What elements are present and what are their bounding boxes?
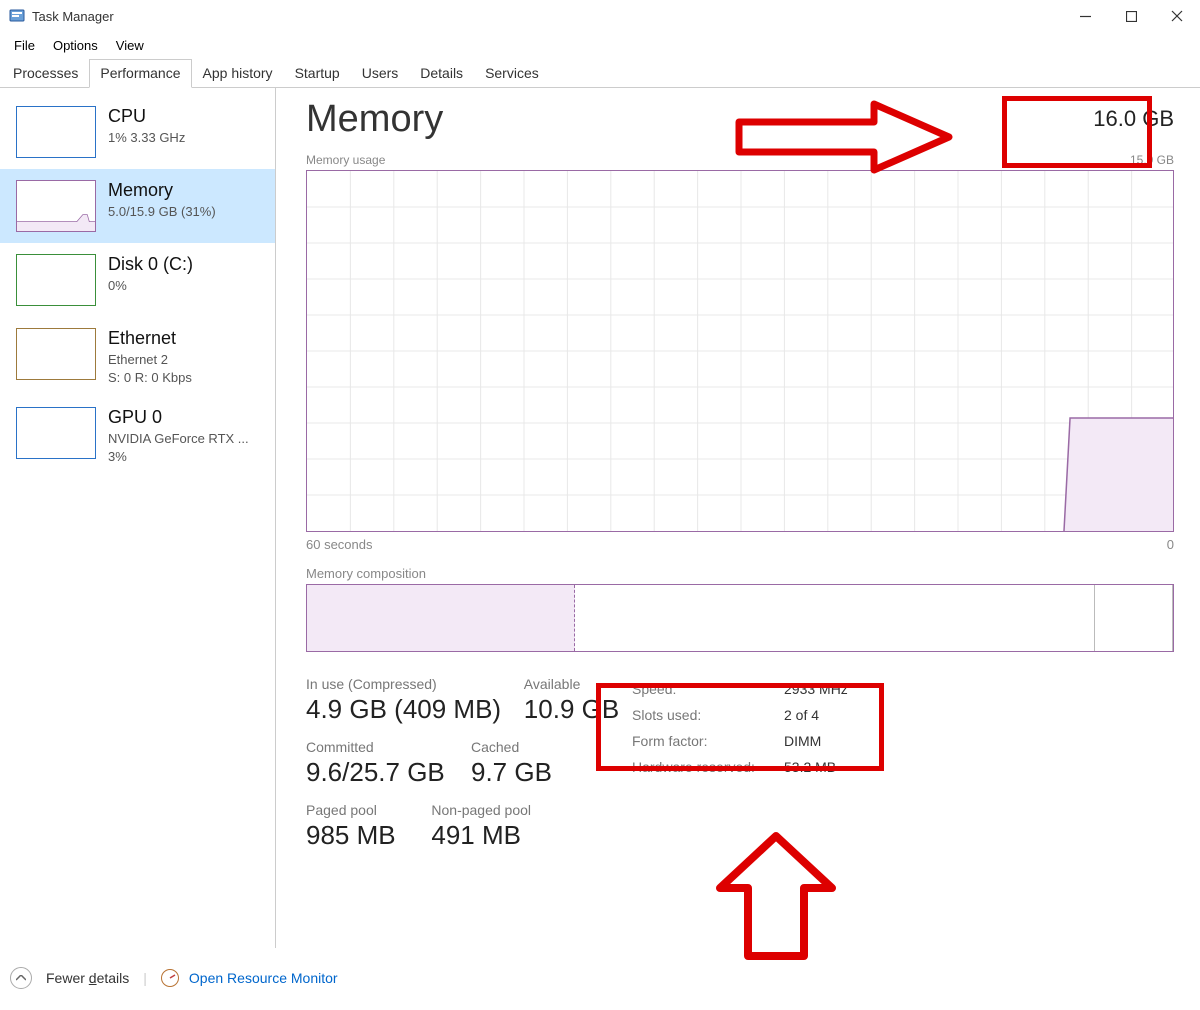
sidebar-sub-gpu: NVIDIA GeForce RTX ... [108, 431, 249, 446]
maximize-button[interactable] [1108, 0, 1154, 32]
stat-nonpaged: Non-paged pool 491 MB [431, 802, 636, 851]
sidebar-sub-cpu: 1% 3.33 GHz [108, 130, 185, 145]
sidebar-sub2-ethernet: S: 0 R: 0 Kbps [108, 370, 192, 385]
page-title: Memory [306, 98, 443, 141]
tab-bar: Processes Performance App history Startu… [0, 58, 1200, 88]
tab-startup[interactable]: Startup [284, 59, 351, 88]
comp-available [575, 585, 1095, 651]
stat-paged-label: Paged pool [306, 802, 431, 818]
x-right: 0 [1167, 537, 1174, 552]
x-left: 60 seconds [306, 537, 373, 552]
sidebar-item-memory[interactable]: Memory 5.0/15.9 GB (31%) [0, 169, 275, 243]
menu-view[interactable]: View [107, 36, 153, 55]
status-bar: Fewer details | Open Resource Monitor [0, 948, 1200, 1008]
sidebar-sub-disk: 0% [108, 278, 193, 293]
stat-committed: Committed 9.6/25.7 GB [306, 739, 471, 788]
main-panel: Memory 16.0 GB Memory usage 15.9 GB 60 s… [276, 88, 1200, 948]
stat-paged-value: 985 MB [306, 820, 431, 851]
ethernet-sparkline [16, 328, 96, 380]
cpu-sparkline [16, 106, 96, 158]
comp-inuse [307, 585, 575, 651]
app-icon [8, 7, 26, 25]
sidebar-sub-memory: 5.0/15.9 GB (31%) [108, 204, 216, 219]
tab-details[interactable]: Details [409, 59, 474, 88]
fewer-details-label[interactable]: Fewer details [46, 970, 129, 986]
resource-monitor-icon [161, 969, 179, 987]
stat-committed-value: 9.6/25.7 GB [306, 757, 471, 788]
tab-processes[interactable]: Processes [2, 59, 89, 88]
sidebar-title-ethernet: Ethernet [108, 328, 192, 349]
performance-sidebar: CPU 1% 3.33 GHz Memory 5.0/15.9 GB (31%)… [0, 88, 276, 948]
tab-app-history[interactable]: App history [192, 59, 284, 88]
stat-inuse-value: 4.9 GB (409 MB) [306, 694, 524, 725]
memory-composition-bar[interactable] [306, 584, 1174, 652]
comp-cached [1095, 585, 1173, 651]
content-area: CPU 1% 3.33 GHz Memory 5.0/15.9 GB (31%)… [0, 88, 1200, 948]
sidebar-sub2-gpu: 3% [108, 449, 249, 464]
close-button[interactable] [1154, 0, 1200, 32]
stat-paged: Paged pool 985 MB [306, 802, 431, 851]
menu-bar: File Options View [0, 32, 1200, 58]
stat-inuse: In use (Compressed) 4.9 GB (409 MB) [306, 676, 524, 725]
stat-nonpaged-label: Non-paged pool [431, 802, 636, 818]
gpu-sparkline [16, 407, 96, 459]
sidebar-item-ethernet[interactable]: Ethernet Ethernet 2 S: 0 R: 0 Kbps [0, 317, 275, 396]
stat-committed-label: Committed [306, 739, 471, 755]
sidebar-title-memory: Memory [108, 180, 216, 201]
minimize-button[interactable] [1062, 0, 1108, 32]
disk-sparkline [16, 254, 96, 306]
stat-nonpaged-value: 491 MB [431, 820, 636, 851]
window-title: Task Manager [32, 9, 114, 24]
tab-performance[interactable]: Performance [89, 59, 191, 88]
sidebar-item-disk[interactable]: Disk 0 (C:) 0% [0, 243, 275, 317]
sidebar-item-gpu[interactable]: GPU 0 NVIDIA GeForce RTX ... 3% [0, 396, 275, 475]
annotation-arrow-right [734, 94, 960, 185]
menu-file[interactable]: File [5, 36, 44, 55]
usage-label: Memory usage [306, 153, 385, 167]
sidebar-title-cpu: CPU [108, 106, 185, 127]
sidebar-title-disk: Disk 0 (C:) [108, 254, 193, 275]
sidebar-title-gpu: GPU 0 [108, 407, 249, 428]
menu-options[interactable]: Options [44, 36, 107, 55]
annotation-total-box [1002, 96, 1152, 168]
status-separator: | [143, 970, 147, 986]
chart-footer: 60 seconds 0 [306, 537, 1174, 552]
title-bar: Task Manager [0, 0, 1200, 32]
stat-inuse-label: In use (Compressed) [306, 676, 524, 692]
window-controls [1062, 0, 1200, 32]
stats-left: In use (Compressed) 4.9 GB (409 MB) Avai… [306, 676, 636, 865]
memory-usage-chart[interactable] [306, 170, 1174, 532]
sidebar-sub-ethernet: Ethernet 2 [108, 352, 192, 367]
annotation-details-box [596, 683, 884, 771]
tab-services[interactable]: Services [474, 59, 550, 88]
tab-users[interactable]: Users [351, 59, 410, 88]
memory-sparkline [16, 180, 96, 232]
open-resource-monitor-link[interactable]: Open Resource Monitor [189, 970, 338, 986]
composition-label: Memory composition [306, 566, 1174, 581]
sidebar-item-cpu[interactable]: CPU 1% 3.33 GHz [0, 95, 275, 169]
fewer-details-toggle[interactable] [10, 967, 32, 989]
annotation-arrow-up [706, 828, 846, 973]
